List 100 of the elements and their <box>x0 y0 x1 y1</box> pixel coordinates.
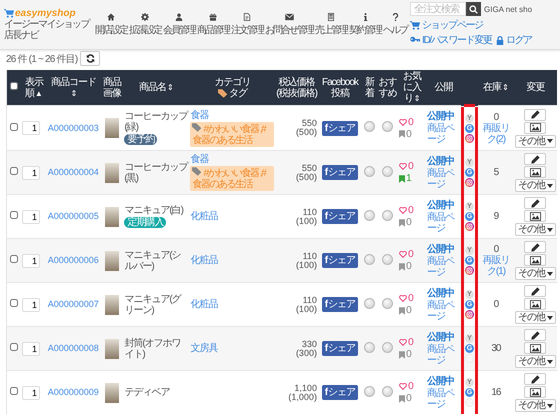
edit-button[interactable] <box>524 241 546 253</box>
image-button[interactable] <box>524 298 546 310</box>
product-name: マニキュア(シルバー) <box>124 250 182 272</box>
category-link[interactable]: 文房具 <box>190 343 218 354</box>
nav-button[interactable]: お問合せ管理 <box>264 10 314 38</box>
product-code-link[interactable]: A000000005 <box>48 211 99 221</box>
new-toggle[interactable] <box>364 210 376 220</box>
facebook-share-button[interactable]: fシェア <box>322 385 358 400</box>
nav-button[interactable]: 会員管理 <box>162 10 196 38</box>
facebook-share-button[interactable]: fシェア <box>322 165 358 180</box>
nav-button[interactable]: 契約管理 <box>348 10 382 38</box>
category-link[interactable]: 化粧品 <box>190 211 218 222</box>
select-all-checkbox[interactable] <box>10 82 18 90</box>
camera-icon[interactable] <box>464 310 474 319</box>
recommended-toggle[interactable] <box>382 298 394 308</box>
publish-status: 公開中 <box>427 156 456 166</box>
new-toggle[interactable] <box>364 254 376 264</box>
product-code-link[interactable]: A000000003 <box>48 122 99 132</box>
product-code-link[interactable]: A000000009 <box>48 387 99 397</box>
order-field[interactable]: 1 <box>22 121 40 135</box>
row-checkbox[interactable] <box>10 343 18 351</box>
nav-button[interactable]: 拡張設定 <box>128 10 162 38</box>
header-link[interactable]: ログア <box>496 33 532 47</box>
image-button[interactable] <box>524 386 546 398</box>
header-link[interactable]: ID/パスワード変更 <box>410 33 492 47</box>
row-checkbox[interactable] <box>10 387 18 395</box>
nav-button[interactable]: 開店設定 <box>94 10 128 38</box>
nav-button[interactable]: 注文管理 <box>230 10 264 38</box>
category-link[interactable]: 食器 <box>190 110 208 120</box>
image-button[interactable] <box>524 122 546 134</box>
facebook-share-button[interactable]: fシェア <box>322 341 358 356</box>
more-dropdown[interactable]: その他 <box>514 267 556 280</box>
column-subheader: (税抜価格) <box>276 88 317 98</box>
product-page-link[interactable]: 商品ページ <box>427 168 460 190</box>
nav-button[interactable]: ヘルプ <box>382 10 408 38</box>
row-checkbox[interactable] <box>10 299 18 307</box>
category-link[interactable]: 食器 <box>190 154 208 165</box>
product-page-link[interactable]: 商品ページ <box>427 256 460 278</box>
refresh-button[interactable] <box>80 51 100 66</box>
facebook-share-button[interactable]: fシェア <box>322 120 358 136</box>
recommended-toggle[interactable] <box>382 254 394 264</box>
product-page-link[interactable]: 商品ページ <box>427 388 460 410</box>
new-toggle[interactable] <box>364 342 376 352</box>
camera-icon[interactable] <box>464 134 474 143</box>
nav-button[interactable]: 売上管理 <box>314 10 348 38</box>
image-button[interactable] <box>524 342 546 354</box>
edit-button[interactable] <box>524 108 546 120</box>
category-link[interactable]: 化粧品 <box>190 255 218 266</box>
product-page-link[interactable]: 商品ページ <box>427 344 460 366</box>
more-dropdown[interactable]: その他 <box>514 179 556 192</box>
more-dropdown[interactable]: その他 <box>514 134 556 148</box>
recommended-toggle[interactable] <box>382 121 394 132</box>
recommended-toggle[interactable] <box>382 210 394 220</box>
camera-icon[interactable] <box>464 178 474 187</box>
search-field[interactable]: 全注文検索 <box>410 2 466 16</box>
row-checkbox[interactable] <box>10 211 18 219</box>
new-toggle[interactable] <box>364 166 376 176</box>
more-dropdown[interactable]: その他 <box>514 311 556 324</box>
category-link[interactable]: 化粧品 <box>190 299 218 310</box>
facebook-share-button[interactable]: fシェア <box>322 297 358 312</box>
row-checkbox[interactable] <box>10 167 18 175</box>
more-dropdown[interactable]: その他 <box>514 355 556 368</box>
row-checkbox[interactable] <box>10 122 18 130</box>
row-checkbox[interactable] <box>10 255 18 263</box>
recommended-toggle[interactable] <box>382 342 394 352</box>
new-toggle[interactable] <box>364 386 376 396</box>
column-header[interactable]: お気に入り⇕ <box>399 71 426 104</box>
order-field[interactable]: 1 <box>22 210 40 224</box>
order-field[interactable]: 1 <box>22 342 40 356</box>
order-field[interactable]: 1 <box>22 298 40 312</box>
more-dropdown[interactable]: その他 <box>514 223 556 236</box>
product-page-link[interactable]: 商品ページ <box>427 300 460 322</box>
product-page-link[interactable]: 商品ページ <box>427 212 460 234</box>
image-button[interactable] <box>524 166 546 178</box>
recommended-toggle[interactable] <box>382 386 394 396</box>
edit-button[interactable] <box>524 373 546 385</box>
search-button[interactable] <box>466 2 481 16</box>
product-code-link[interactable]: A000000007 <box>48 299 99 309</box>
order-field[interactable]: 1 <box>22 386 40 400</box>
image-button[interactable] <box>524 254 546 266</box>
order-field[interactable]: 1 <box>22 166 40 180</box>
header-link[interactable]: ショップページ <box>410 18 483 32</box>
edit-button[interactable] <box>524 329 546 341</box>
product-page-link[interactable]: 商品ページ <box>427 123 460 145</box>
edit-button[interactable] <box>524 197 546 209</box>
restock-request-link[interactable]: 再販リク(1) <box>478 255 513 277</box>
new-toggle[interactable] <box>364 298 376 308</box>
recommended-toggle[interactable] <box>382 166 394 176</box>
edit-button[interactable] <box>524 285 546 297</box>
restock-request-link[interactable]: 再販リク(2) <box>478 122 513 144</box>
more-dropdown[interactable]: その他 <box>514 399 556 412</box>
order-field[interactable]: 1 <box>22 254 40 268</box>
facebook-share-button[interactable]: fシェア <box>322 209 358 224</box>
camera-icon[interactable] <box>464 266 474 275</box>
image-button[interactable] <box>524 210 546 222</box>
new-toggle[interactable] <box>364 121 376 132</box>
nav-button[interactable]: 商品管理 <box>196 10 230 38</box>
camera-icon[interactable] <box>464 222 474 231</box>
edit-button[interactable] <box>524 153 546 165</box>
facebook-share-button[interactable]: fシェア <box>322 253 358 268</box>
